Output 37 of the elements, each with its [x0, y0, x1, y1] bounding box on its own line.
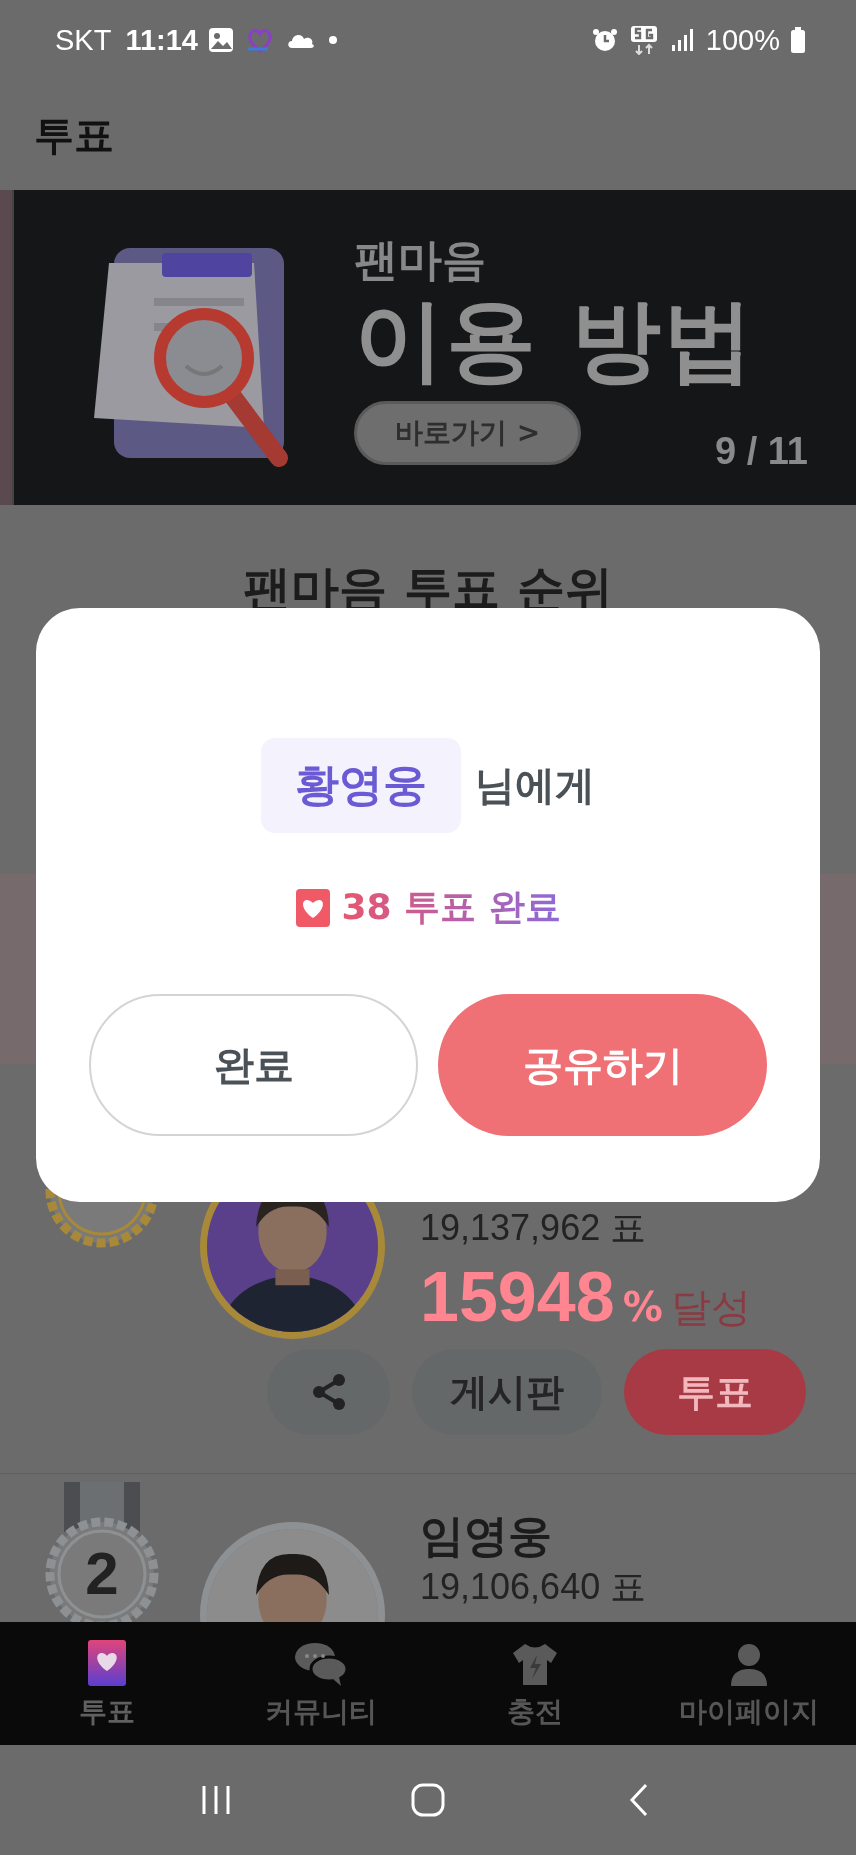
- achievement-percent: 15948: [420, 1257, 615, 1337]
- person-icon: [729, 1642, 769, 1687]
- alarm-icon: [591, 27, 618, 53]
- vote-count: 19,137,962 표: [420, 1206, 648, 1250]
- clock-time: 11:14: [125, 23, 198, 57]
- vote-count: 19,106,640 표: [420, 1564, 647, 1609]
- nav-tab[interactable]: 투표: [0, 1622, 214, 1745]
- signal-icon: [669, 27, 696, 53]
- banner-title: 이용 방법: [354, 289, 756, 389]
- recipient-suffix: 님에게: [475, 761, 595, 810]
- vote-card-icon: [87, 1638, 127, 1687]
- rank-number: 2: [85, 1540, 119, 1607]
- notification-dot-icon: [328, 35, 338, 45]
- battery-icon: [790, 26, 806, 54]
- banner-subtitle: 팬마음: [354, 232, 486, 287]
- slide-counter: 9 / 11: [715, 430, 808, 473]
- carrier-name: SKT: [55, 23, 112, 57]
- heart-app-icon: [246, 27, 274, 53]
- banner[interactable]: 팬마음 이용 방법 바로가기 > 9 / 11: [14, 190, 856, 505]
- percent-sign: %: [622, 1284, 663, 1330]
- gallery-icon: [208, 27, 234, 53]
- home-icon[interactable]: [410, 1782, 446, 1818]
- battery-percent: 100%: [705, 23, 780, 57]
- candidate-name: 임영웅: [420, 1510, 553, 1563]
- board-button[interactable]: 게시판: [412, 1349, 602, 1435]
- page-title: 투표: [34, 110, 114, 160]
- recipient-name: 황영웅: [261, 738, 461, 833]
- chat-bubbles-icon: [293, 1640, 349, 1687]
- nav-tab[interactable]: 충전: [428, 1622, 642, 1745]
- vote-button[interactable]: 투표: [624, 1349, 806, 1435]
- shortcut-button[interactable]: 바로가기 >: [354, 400, 582, 465]
- nav-tab[interactable]: 마이페이지: [642, 1622, 856, 1745]
- share-button[interactable]: 공유하기: [438, 994, 767, 1136]
- heart-card-icon: [295, 887, 332, 928]
- network-5g-icon: [629, 25, 658, 55]
- done-button[interactable]: 완료: [89, 994, 418, 1136]
- nav-tab[interactable]: 커뮤니티: [214, 1622, 428, 1745]
